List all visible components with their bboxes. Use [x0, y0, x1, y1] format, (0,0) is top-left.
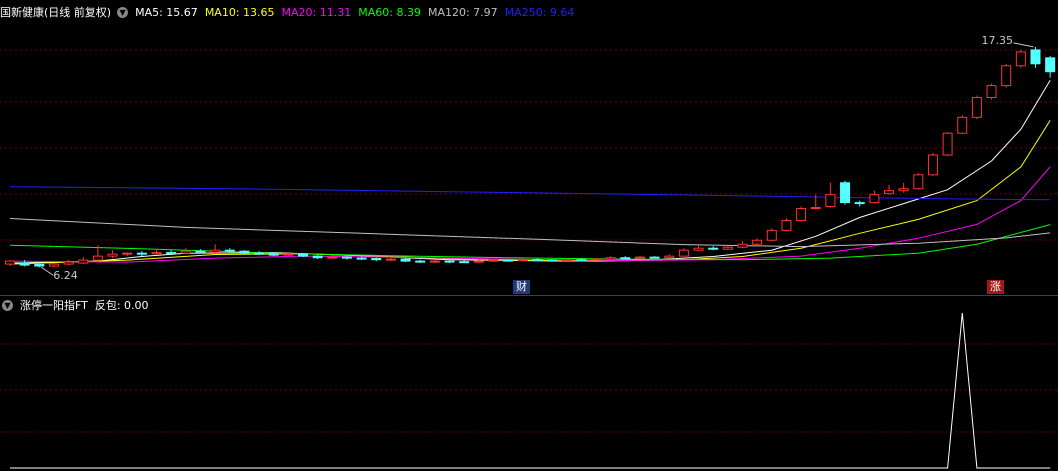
candle-down[interactable] [444, 260, 455, 263]
candle-up[interactable] [752, 239, 763, 245]
candle-up[interactable] [605, 257, 616, 260]
stock-chart-window: 17.35 6.24 国新健康(日线 前复权) ▼ MA5: 15.67 MA10… [0, 0, 1058, 471]
low-price-label: 6.24 [53, 269, 78, 282]
candle-up[interactable] [869, 194, 880, 204]
ma60-label: MA60: 8.39 [358, 5, 421, 19]
candle-up[interactable] [327, 256, 338, 259]
candle-up[interactable] [957, 116, 968, 134]
candle-down[interactable] [224, 249, 235, 252]
candle-down[interactable] [840, 182, 851, 204]
candle-up[interactable] [810, 207, 821, 210]
candle-down[interactable] [312, 255, 323, 259]
candle-up[interactable] [913, 174, 924, 190]
candle-up[interactable] [488, 259, 499, 262]
candle-down[interactable] [254, 252, 265, 255]
candle-up[interactable] [825, 194, 836, 208]
candle-up[interactable] [78, 259, 89, 264]
candle-up[interactable] [971, 96, 982, 118]
ma-line-ma20 [9, 166, 1051, 263]
candle-up[interactable] [151, 252, 162, 255]
candle-up[interactable] [722, 246, 733, 250]
candle-up[interactable] [781, 219, 792, 231]
candle-down[interactable] [649, 256, 660, 259]
candle-down[interactable] [415, 260, 426, 263]
finance-marker[interactable]: 财 [513, 280, 530, 294]
candle-down[interactable] [503, 259, 514, 262]
candle-down[interactable] [576, 259, 587, 262]
candle-up[interactable] [561, 259, 572, 262]
candle-down[interactable] [400, 258, 411, 262]
candle-down[interactable] [166, 252, 177, 255]
ma-toggle-icon[interactable]: ▼ [117, 6, 129, 18]
candle-up[interactable] [473, 260, 484, 263]
high-pointer [1013, 42, 1034, 48]
candle-up[interactable] [210, 249, 221, 253]
ma5-label: MA5: 15.67 [135, 5, 198, 19]
candle-up[interactable] [986, 85, 997, 98]
candle-down[interactable] [1030, 49, 1041, 65]
candle-up[interactable] [796, 208, 807, 221]
candle-up[interactable] [5, 260, 15, 265]
candle-up[interactable] [678, 249, 689, 257]
ma120-label: MA120: 7.97 [427, 5, 498, 19]
ma10-label: MA10: 13.65 [204, 5, 275, 19]
candle-up[interactable] [884, 190, 894, 195]
candle-down[interactable] [19, 262, 30, 266]
limit-up-marker[interactable]: 涨 [987, 280, 1004, 294]
candle-down[interactable] [620, 257, 631, 260]
low-pointer [41, 266, 54, 276]
candle-up[interactable] [283, 253, 294, 256]
candle-down[interactable] [547, 259, 558, 262]
candle-up[interactable] [927, 154, 938, 176]
candle-down[interactable] [371, 258, 382, 261]
candle-up[interactable] [591, 258, 601, 261]
candle-up[interactable] [107, 253, 118, 257]
indicator-chart[interactable] [0, 296, 1058, 471]
candle-up[interactable] [693, 247, 704, 251]
main-price-chart[interactable]: 17.35 6.24 [0, 0, 1058, 296]
candle-down[interactable] [341, 256, 352, 259]
ma250-label: MA250: 9.64 [504, 5, 575, 19]
ma20-label: MA20: 11.31 [281, 5, 352, 19]
candle-up[interactable] [517, 259, 528, 262]
ma-line-ma5 [9, 79, 1051, 264]
candle-up[interactable] [664, 255, 675, 259]
candle-up[interactable] [1001, 65, 1012, 87]
candle-down[interactable] [268, 253, 279, 256]
candle-up[interactable] [180, 250, 191, 254]
candle-up[interactable] [737, 243, 748, 248]
candle-up[interactable] [942, 132, 953, 156]
candle-up[interactable] [634, 256, 645, 259]
candle-up[interactable] [48, 263, 59, 267]
candle-up[interactable] [63, 261, 74, 265]
candle-up[interactable] [122, 252, 133, 255]
ma-line-ma250 [9, 186, 1051, 201]
candle-down[interactable] [298, 253, 308, 257]
candle-down[interactable] [1045, 57, 1056, 73]
candle-down[interactable] [34, 263, 45, 267]
candle-down[interactable] [356, 257, 367, 260]
main-chart-header: 国新健康(日线 前复权) ▼ MA5: 15.67 MA10: 13.65 MA… [0, 3, 581, 21]
candle-down[interactable] [854, 202, 865, 205]
candle-down[interactable] [195, 250, 206, 253]
stock-title: 国新健康(日线 前复权) [0, 6, 112, 19]
candle-down[interactable] [532, 259, 543, 262]
candle-down[interactable] [136, 252, 147, 255]
high-price-label: 17.35 [982, 34, 1014, 47]
candle-up[interactable] [766, 229, 777, 241]
candle-up[interactable] [92, 255, 103, 261]
candle-up[interactable] [898, 188, 909, 192]
candle-up[interactable] [385, 258, 396, 261]
candle-down[interactable] [239, 250, 250, 254]
candle-up[interactable] [429, 260, 440, 263]
candle-down[interactable] [708, 247, 719, 250]
candle-up[interactable] [1015, 51, 1026, 67]
candle-down[interactable] [459, 261, 470, 264]
